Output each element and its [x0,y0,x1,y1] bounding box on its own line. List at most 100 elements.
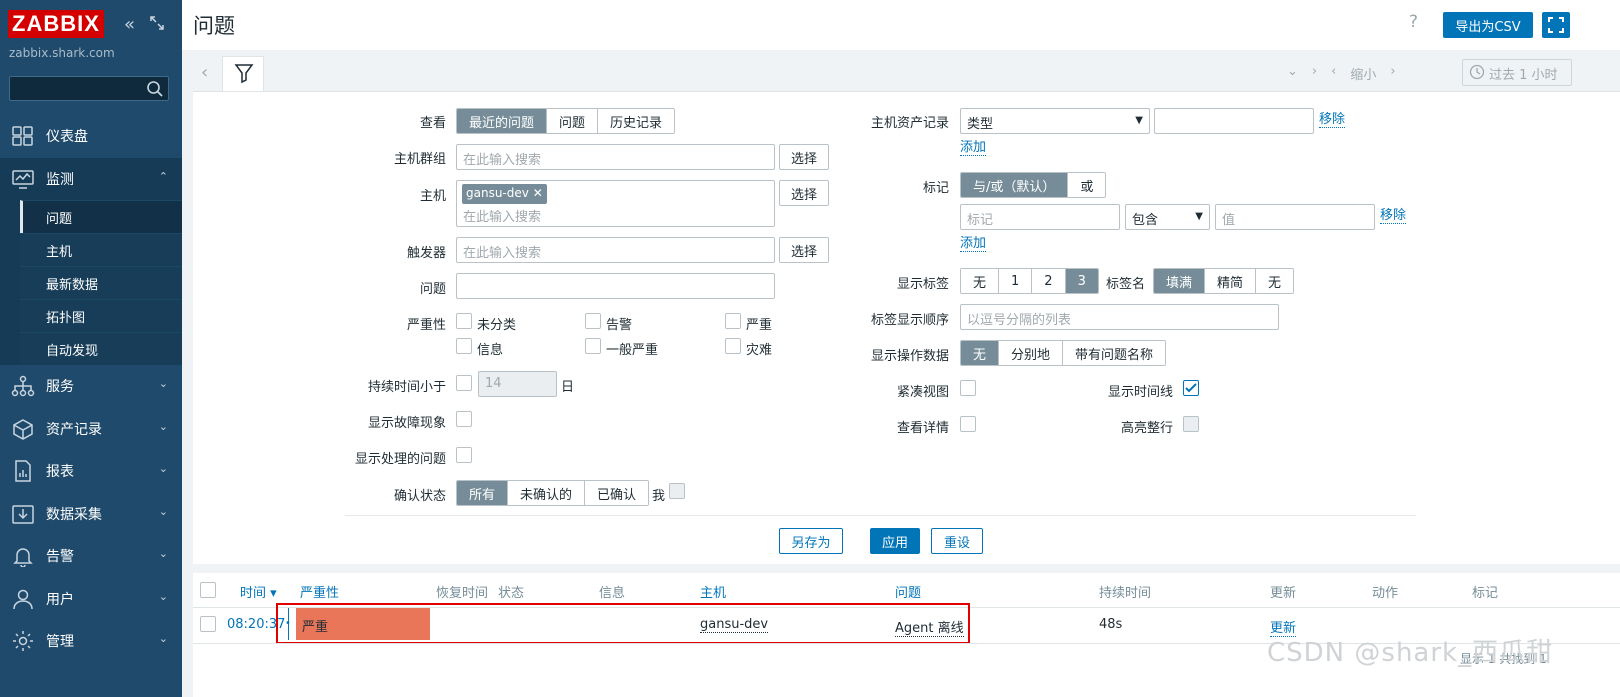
severity-info-checkbox[interactable] [456,338,472,354]
time-period-button[interactable]: 过去 1 小时 [1462,59,1572,86]
ack-me-checkbox[interactable] [669,483,685,499]
hostgroup-select-button[interactable]: 选择 [779,144,829,170]
chevron-left-icon[interactable]: ‹ [1331,64,1336,83]
search-icon[interactable] [146,80,164,98]
timeline-checkbox[interactable] [1183,380,1199,396]
menu-reports[interactable]: 报表 ⌄ [0,450,182,493]
filter-panel: 查看 最近的问题 问题 历史记录 主机群组 在此输入搜索 选择 主机 gansu… [193,91,1620,564]
remove-chip-icon[interactable]: ✕ [533,186,543,200]
inventory-remove-link[interactable]: 移除 [1319,112,1346,128]
ack-unacked-button[interactable]: 未确认的 [508,481,586,505]
op-data-with-name-button[interactable]: 带有问题名称 [1063,341,1166,365]
host-select-button[interactable]: 选择 [779,180,829,206]
severity-average-checkbox[interactable] [585,338,601,354]
menu-monitoring[interactable]: 监测 ⌃ [0,157,182,200]
row-checkbox[interactable] [200,616,216,632]
host-chip: gansu-dev ✕ [462,184,547,204]
chevron-right-icon[interactable]: › [1312,64,1317,83]
sidebar: ZABBIX « zabbix.shark.com 仪表盘 监测 ⌃ 问题 主机… [0,0,182,697]
symptoms-checkbox[interactable] [456,411,472,427]
chevron-left-icon[interactable]: ‹ [201,62,208,83]
dashboard-icon [12,126,33,146]
zabbix-logo[interactable]: ZABBIX [8,10,104,38]
op-data-separately-button[interactable]: 分别地 [999,341,1064,365]
save-as-button[interactable]: 另存为 [779,528,843,554]
menu-administration[interactable]: 管理 ⌄ [0,620,182,663]
tag-value-input[interactable]: 值 [1215,204,1375,230]
sidebar-search[interactable] [9,76,169,101]
ack-all-button[interactable]: 所有 [457,481,509,505]
help-icon[interactable]: ? [1409,12,1418,32]
age-input[interactable]: 14 [478,371,557,397]
tag-priority-input[interactable]: 以逗号分隔的列表 [960,304,1279,330]
column-header-time[interactable]: 时间 ▾ [240,582,277,601]
menu-dashboard[interactable]: 仪表盘 [0,115,182,158]
kiosk-mode-icon[interactable] [149,15,165,31]
trigger-select-button[interactable]: 选择 [779,237,829,263]
ack-acked-button[interactable]: 已确认 [585,481,649,505]
reset-button[interactable]: 重设 [931,528,983,554]
severity-disaster-checkbox[interactable] [725,338,741,354]
tag-name-short-button[interactable]: 精简 [1205,269,1257,293]
tag-condition-select[interactable]: 包含 ▼ [1125,204,1210,230]
tag-remove-link[interactable]: 移除 [1380,208,1407,224]
tag-name-full-button[interactable]: 填满 [1154,269,1206,293]
menu-alerts[interactable]: 告警 ⌄ [0,535,182,578]
column-header-recovery-time: 恢复时间 [436,586,489,601]
chevron-down-icon[interactable]: ⌄ [1287,64,1298,83]
column-header-problem[interactable]: 问题 [895,582,921,601]
submenu-latest-data[interactable]: 最新数据 [20,266,182,299]
tag-name-none-button[interactable]: 无 [1256,269,1294,293]
menu-services[interactable]: 服务 ⌄ [0,365,182,408]
host-input[interactable]: gansu-dev ✕ 在此输入搜索 [456,180,775,227]
tag-name-input[interactable]: 标记 [960,204,1120,230]
column-header-host[interactable]: 主机 [700,582,726,601]
ack-label: 确认状态 [393,489,446,504]
tags-and-or-button[interactable]: 与/或（默认） [961,173,1069,197]
export-csv-button[interactable]: 导出为CSV [1443,12,1533,38]
sidebar-search-input[interactable] [10,77,146,100]
submenu-discovery[interactable]: 自动发现 [20,332,182,365]
submenu-hosts[interactable]: 主机 [20,233,182,266]
filter-tab[interactable] [222,56,264,92]
details-checkbox[interactable] [960,416,976,432]
fullscreen-button[interactable] [1542,12,1570,38]
severity-not-classified-checkbox[interactable] [456,313,472,329]
tags-or-button[interactable]: 或 [1068,173,1106,197]
hostgroup-input[interactable]: 在此输入搜索 [456,144,775,170]
submenu-problems[interactable]: 问题 [20,200,182,233]
host-chip-label: gansu-dev [466,186,529,200]
severity-warning-checkbox[interactable] [585,313,601,329]
show-tags-none-button[interactable]: 无 [961,269,1000,293]
view-recent-button[interactable]: 最近的问题 [457,109,548,133]
op-data-none-button[interactable]: 无 [961,341,1000,365]
submenu-maps[interactable]: 拓扑图 [20,299,182,332]
tag-name-toggle: 填满 精简 无 [1153,268,1295,294]
watermark: CSDN @shark_西瓜甜 [1267,638,1554,668]
menu-users[interactable]: 用户 ⌄ [0,578,182,621]
zoom-out-button[interactable]: 缩小 [1350,64,1376,83]
suppressed-checkbox[interactable] [456,447,472,463]
age-checkbox[interactable] [456,375,472,391]
view-problems-button[interactable]: 问题 [547,109,599,133]
chevron-right-icon[interactable]: › [1390,64,1395,83]
inventory-type-select[interactable]: 类型 ▼ [960,108,1150,134]
column-header-severity[interactable]: 严重性 [300,582,339,601]
tag-add-link[interactable]: 添加 [960,236,987,252]
compact-checkbox[interactable] [960,380,976,396]
severity-high-checkbox[interactable] [725,313,741,329]
select-all-checkbox[interactable] [200,582,216,598]
collapse-sidebar-icon[interactable]: « [124,16,135,34]
show-tags-2-button[interactable]: 2 [1032,269,1066,293]
inventory-value-input[interactable] [1154,108,1314,134]
view-history-button[interactable]: 历史记录 [598,109,675,133]
menu-inventory[interactable]: 资产记录 ⌄ [0,408,182,451]
highlight-checkbox[interactable] [1183,416,1199,432]
trigger-input[interactable]: 在此输入搜索 [456,237,775,263]
menu-label: 告警 [46,549,74,566]
inventory-add-link[interactable]: 添加 [960,140,987,156]
apply-button[interactable]: 应用 [870,528,920,554]
menu-data-collection[interactable]: 数据采集 ⌄ [0,493,182,536]
show-tags-1-button[interactable]: 1 [999,269,1033,293]
problem-input[interactable] [456,273,775,299]
